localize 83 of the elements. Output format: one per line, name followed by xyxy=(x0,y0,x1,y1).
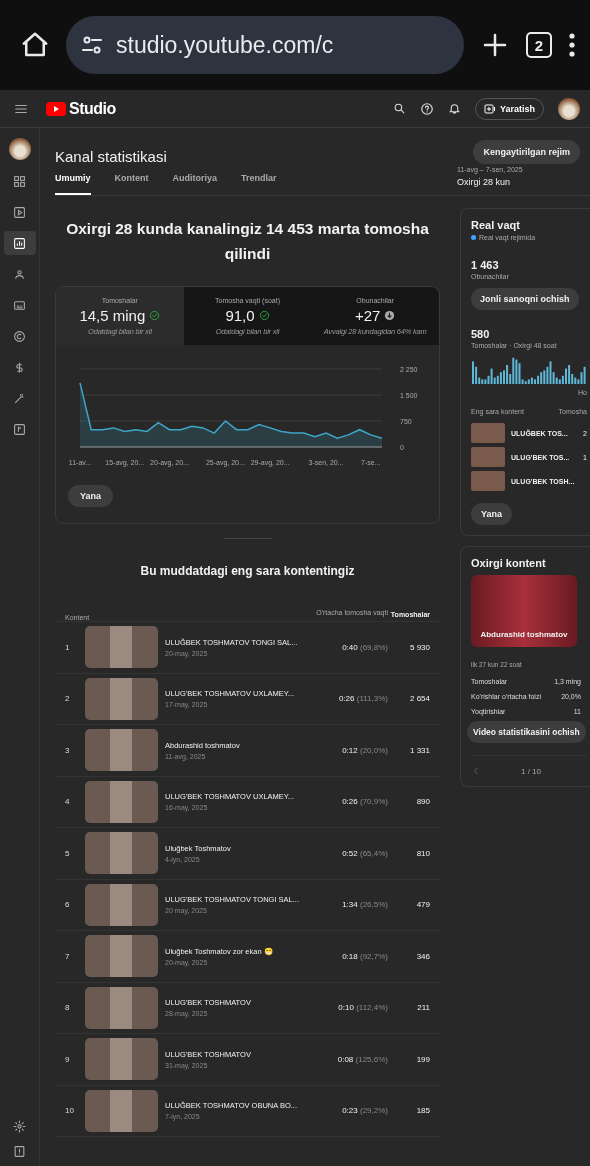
subscriber-count: 1 463 xyxy=(471,259,500,271)
rank-number: 7 xyxy=(65,951,71,961)
rank-number: 6 xyxy=(65,900,71,910)
more-button[interactable]: Yana xyxy=(471,503,512,525)
section-title: Bu muddatdagi eng sara kontentingiz xyxy=(139,564,356,578)
metric-value: +27 xyxy=(354,307,381,324)
address-bar[interactable]: studio.youtube.com/c xyxy=(66,16,464,74)
average-view-time: 0:40 (69,8%) xyxy=(341,642,388,652)
sidebar-item[interactable] xyxy=(3,231,36,255)
average-view-time: 0:12 (20,0%) xyxy=(341,745,388,755)
card-title: Oxirgi kontent xyxy=(471,557,547,569)
headline: Oxirgi 28 kunda kanalingiz 14 453 marta tomosha qilindi xyxy=(65,219,430,264)
live-dot xyxy=(471,235,476,240)
video-icon xyxy=(13,205,26,219)
views-count: 890 xyxy=(415,797,430,807)
more-button[interactable]: Yana xyxy=(68,485,113,507)
tab[interactable]: Kontent xyxy=(114,165,149,195)
period-label[interactable]: Oxirgi 28 kun xyxy=(457,177,580,187)
add-video-icon xyxy=(483,103,496,114)
average-view-time: 0:18 (92,7%) xyxy=(341,951,388,961)
card-title: Real vaqt xyxy=(471,219,521,231)
photo-placeholder xyxy=(471,471,505,491)
views-count: 5 930 xyxy=(408,642,430,652)
magic-wand-icon xyxy=(13,391,26,405)
settings-icon[interactable] xyxy=(13,1120,26,1133)
average-view-time: 0:23 (29,2%) xyxy=(341,1106,388,1116)
rank-number: 4 xyxy=(65,797,71,807)
average-view-time: 0:26 (111,3%) xyxy=(337,694,388,704)
views-count: 1 331 xyxy=(408,745,430,755)
create-button[interactable]: Yaratish xyxy=(474,97,544,120)
studio-logo: Studio xyxy=(46,99,116,118)
copyright-icon xyxy=(13,329,26,343)
down-arrow-icon xyxy=(384,310,396,321)
channel-avatar[interactable] xyxy=(8,138,31,160)
live-count-button[interactable]: Jonli sanoqni ochish xyxy=(471,288,579,310)
photo-placeholder xyxy=(471,423,505,443)
tab[interactable]: Umumiy xyxy=(55,165,91,195)
people-icon xyxy=(13,267,26,281)
average-view-time: 0:52 (65,4%) xyxy=(341,848,388,858)
average-view-time: 0:26 (70,9%) xyxy=(341,797,388,807)
average-view-time: 0:08 (125,6%) xyxy=(336,1054,388,1064)
pager-label: 1 / 10 xyxy=(521,766,541,776)
url-text: studio.youtube.com/c xyxy=(116,31,334,59)
average-view-time: 0:10 (112,4%) xyxy=(337,1003,388,1013)
more-icon[interactable] xyxy=(568,32,576,58)
dashboard-icon xyxy=(13,174,26,188)
rank-number: 8 xyxy=(65,1003,71,1013)
subtitles-icon xyxy=(13,298,26,312)
rank-number: 1 xyxy=(65,642,71,652)
tab-count-button[interactable]: 2 xyxy=(526,32,552,58)
views-count: 2 654 xyxy=(408,694,430,704)
thumbnail-title: Abdurashid toshmatov xyxy=(480,630,568,639)
feedback-icon[interactable] xyxy=(13,1145,26,1158)
check-circle-icon xyxy=(258,310,270,321)
views-count: 810 xyxy=(415,848,430,858)
audio-library-icon xyxy=(13,422,26,436)
views-count: 211 xyxy=(416,1003,430,1013)
avatar[interactable] xyxy=(558,97,580,120)
rank-number: 2 xyxy=(65,694,71,704)
bell-icon[interactable] xyxy=(447,102,461,115)
advanced-mode-button[interactable]: Kengaytirilgan rejim xyxy=(473,140,580,164)
average-view-time: 1:34 (26,5%) xyxy=(341,900,388,910)
tab[interactable]: Trendlar xyxy=(241,165,277,195)
metric-value: 14,5 ming xyxy=(79,307,146,324)
page-title: Kanal statistikasi xyxy=(55,148,167,165)
check-circle-icon xyxy=(149,310,161,321)
rank-number: 5 xyxy=(65,848,71,858)
rank-number: 10 xyxy=(65,1106,75,1116)
tab[interactable]: Auditoriya xyxy=(172,165,218,195)
search-icon[interactable] xyxy=(392,102,406,115)
rank-number: 3 xyxy=(65,745,71,755)
rank-number: 9 xyxy=(65,1054,71,1064)
views-count: 199 xyxy=(415,1054,430,1064)
photo-placeholder xyxy=(471,447,505,467)
video-analytics-button[interactable]: Video statistikasini ochish xyxy=(467,721,586,743)
analytics-icon xyxy=(13,236,26,250)
views-count: 185 xyxy=(415,1106,430,1116)
metric-value: 91,0 xyxy=(225,307,255,324)
views-count: 580 xyxy=(471,328,491,340)
views-count: 346 xyxy=(415,951,430,961)
dollar-icon xyxy=(13,360,26,374)
help-icon[interactable] xyxy=(419,101,434,116)
views-count: 479 xyxy=(415,900,430,910)
